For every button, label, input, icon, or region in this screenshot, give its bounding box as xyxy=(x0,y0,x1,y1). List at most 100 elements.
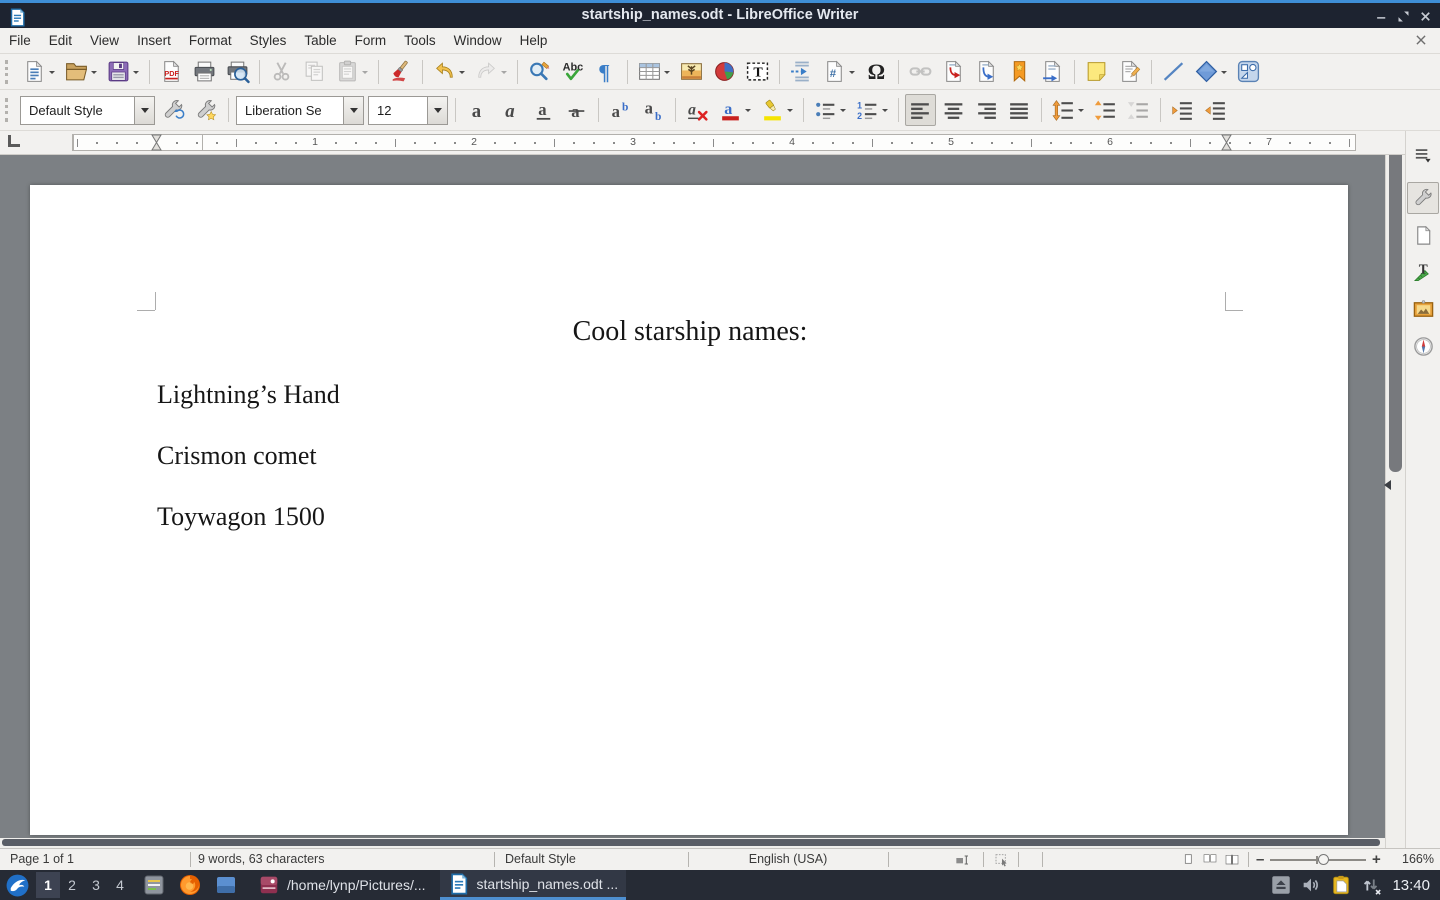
text-editor-launcher[interactable] xyxy=(141,872,167,898)
undo-button[interactable] xyxy=(429,56,469,88)
footnote-button[interactable] xyxy=(938,56,969,88)
hyperlink-button[interactable] xyxy=(905,56,936,88)
indent-dec-button[interactable] xyxy=(1200,94,1231,126)
zoom-slider-thumb[interactable] xyxy=(1318,854,1329,865)
chevron-down-icon[interactable] xyxy=(882,109,888,115)
underline-button[interactable]: a xyxy=(528,94,559,126)
zoom-out-icon[interactable]: – xyxy=(1256,849,1264,870)
copy-button[interactable] xyxy=(299,56,330,88)
taskbar-window-0[interactable]: /home/lynp/Pictures/... xyxy=(250,870,434,900)
applications-menu-icon[interactable] xyxy=(5,873,30,898)
bullet-list-button[interactable] xyxy=(810,94,850,126)
spelling-button[interactable]: Abc xyxy=(557,56,588,88)
menu-edit[interactable]: Edit xyxy=(40,28,81,53)
italic-button[interactable]: a xyxy=(495,94,526,126)
clear-formatting-button[interactable]: a xyxy=(682,94,713,126)
sidebar-tab-styles[interactable]: T xyxy=(1407,256,1439,288)
print-preview-button[interactable] xyxy=(222,56,253,88)
chevron-down-icon[interactable] xyxy=(459,71,465,77)
zoom-in-icon[interactable]: + xyxy=(1372,849,1381,870)
align-right-button[interactable] xyxy=(971,94,1002,126)
font-name-value[interactable]: Liberation Se xyxy=(237,103,343,118)
page-break-button[interactable] xyxy=(786,56,817,88)
titlebar[interactable]: startship_names.odt - LibreOffice Writer xyxy=(0,0,1440,28)
chevron-down-icon[interactable] xyxy=(1221,71,1227,77)
toolbar-grip[interactable] xyxy=(5,60,11,84)
insert-textbox-button[interactable]: T xyxy=(742,56,773,88)
menu-form[interactable]: Form xyxy=(346,28,396,53)
menu-tools[interactable]: Tools xyxy=(395,28,445,53)
insert-image-button[interactable] xyxy=(676,56,707,88)
view-book-icon[interactable] xyxy=(1224,852,1240,868)
style-update-button[interactable] xyxy=(158,94,189,126)
chevron-down-icon[interactable] xyxy=(343,97,363,124)
margin-marker[interactable] xyxy=(1221,134,1232,151)
firefox-launcher[interactable] xyxy=(177,872,203,898)
horizontal-scrollbar[interactable] xyxy=(0,838,1385,848)
word-count-status[interactable]: 9 words, 63 characters xyxy=(198,849,324,870)
chevron-down-icon[interactable] xyxy=(133,71,139,77)
insert-mode-icon[interactable] xyxy=(955,852,971,868)
highlight-color-button[interactable] xyxy=(757,94,797,126)
document-page[interactable]: Cool starship names: Lightning’s Hand Cr… xyxy=(30,185,1348,835)
clipboard-icon[interactable] xyxy=(1330,874,1352,896)
indent-inc-button[interactable] xyxy=(1167,94,1198,126)
clock[interactable]: 13:40 xyxy=(1392,877,1430,894)
endnote-button[interactable] xyxy=(971,56,1002,88)
chevron-down-icon[interactable] xyxy=(840,109,846,115)
font-color-button[interactable]: a xyxy=(715,94,755,126)
print-button[interactable] xyxy=(189,56,220,88)
document-paragraph[interactable]: Crismon comet xyxy=(157,439,317,473)
paragraph-style-combobox[interactable]: Default Style xyxy=(20,96,155,125)
view-single-icon[interactable] xyxy=(1180,852,1196,868)
sidebar-tab-gallery[interactable] xyxy=(1407,293,1439,325)
language-status[interactable]: English (USA) xyxy=(688,849,888,870)
menu-styles[interactable]: Styles xyxy=(241,28,296,53)
line-spacing-button[interactable] xyxy=(1048,94,1088,126)
draw-functions-button[interactable] xyxy=(1233,56,1264,88)
selection-mode-icon[interactable] xyxy=(994,852,1010,868)
insert-field-button[interactable]: # xyxy=(819,56,859,88)
margin-marker[interactable] xyxy=(151,134,162,151)
close-icon[interactable] xyxy=(1414,5,1436,27)
chevron-down-icon[interactable] xyxy=(91,71,97,77)
document-paragraph[interactable]: Lightning’s Hand xyxy=(157,378,340,412)
vertical-scrollbar[interactable] xyxy=(1385,155,1405,848)
bold-button[interactable]: a xyxy=(462,94,493,126)
file-manager-launcher[interactable] xyxy=(213,872,239,898)
workspace-1[interactable]: 1 xyxy=(36,872,60,898)
vertical-scrollbar-thumb[interactable] xyxy=(1389,155,1402,472)
clone-formatting-button[interactable] xyxy=(385,56,416,88)
font-size-combobox[interactable]: 12 xyxy=(368,96,448,125)
align-justify-button[interactable] xyxy=(1004,94,1035,126)
menu-file[interactable]: File xyxy=(0,28,40,53)
horizontal-ruler[interactable]: 1234567 xyxy=(0,131,1405,155)
insert-table-button[interactable] xyxy=(634,56,674,88)
eject-icon[interactable] xyxy=(1270,874,1292,896)
track-changes-button[interactable] xyxy=(1114,56,1145,88)
menu-window[interactable]: Window xyxy=(445,28,511,53)
paragraph-style-value[interactable]: Default Style xyxy=(21,103,134,118)
workspace-2[interactable]: 2 xyxy=(60,872,84,898)
chevron-down-icon[interactable] xyxy=(49,71,55,77)
chevron-down-icon[interactable] xyxy=(501,71,507,77)
open-file-button[interactable] xyxy=(61,56,101,88)
minimize-icon[interactable] xyxy=(1370,5,1392,27)
zoom-slider[interactable] xyxy=(1270,859,1366,861)
export-pdf-button[interactable]: PDF xyxy=(156,56,187,88)
view-multi-icon[interactable] xyxy=(1202,852,1218,868)
redo-button[interactable] xyxy=(471,56,511,88)
menu-view[interactable]: View xyxy=(81,28,128,53)
menu-table[interactable]: Table xyxy=(295,28,345,53)
volume-icon[interactable] xyxy=(1300,874,1322,896)
comment-button[interactable] xyxy=(1081,56,1112,88)
zoom-percent-status[interactable]: 166% xyxy=(1392,849,1434,870)
sidebar-collapse-arrow-icon[interactable] xyxy=(1379,480,1391,490)
horizontal-scrollbar-thumb[interactable] xyxy=(2,839,1380,846)
menu-format[interactable]: Format xyxy=(180,28,241,53)
cut-button[interactable] xyxy=(266,56,297,88)
ruler-strip[interactable]: 1234567 xyxy=(72,134,1356,151)
page-count-status[interactable]: Page 1 of 1 xyxy=(10,849,74,870)
chevron-down-icon[interactable] xyxy=(1078,109,1084,115)
workspace-3[interactable]: 3 xyxy=(84,872,108,898)
